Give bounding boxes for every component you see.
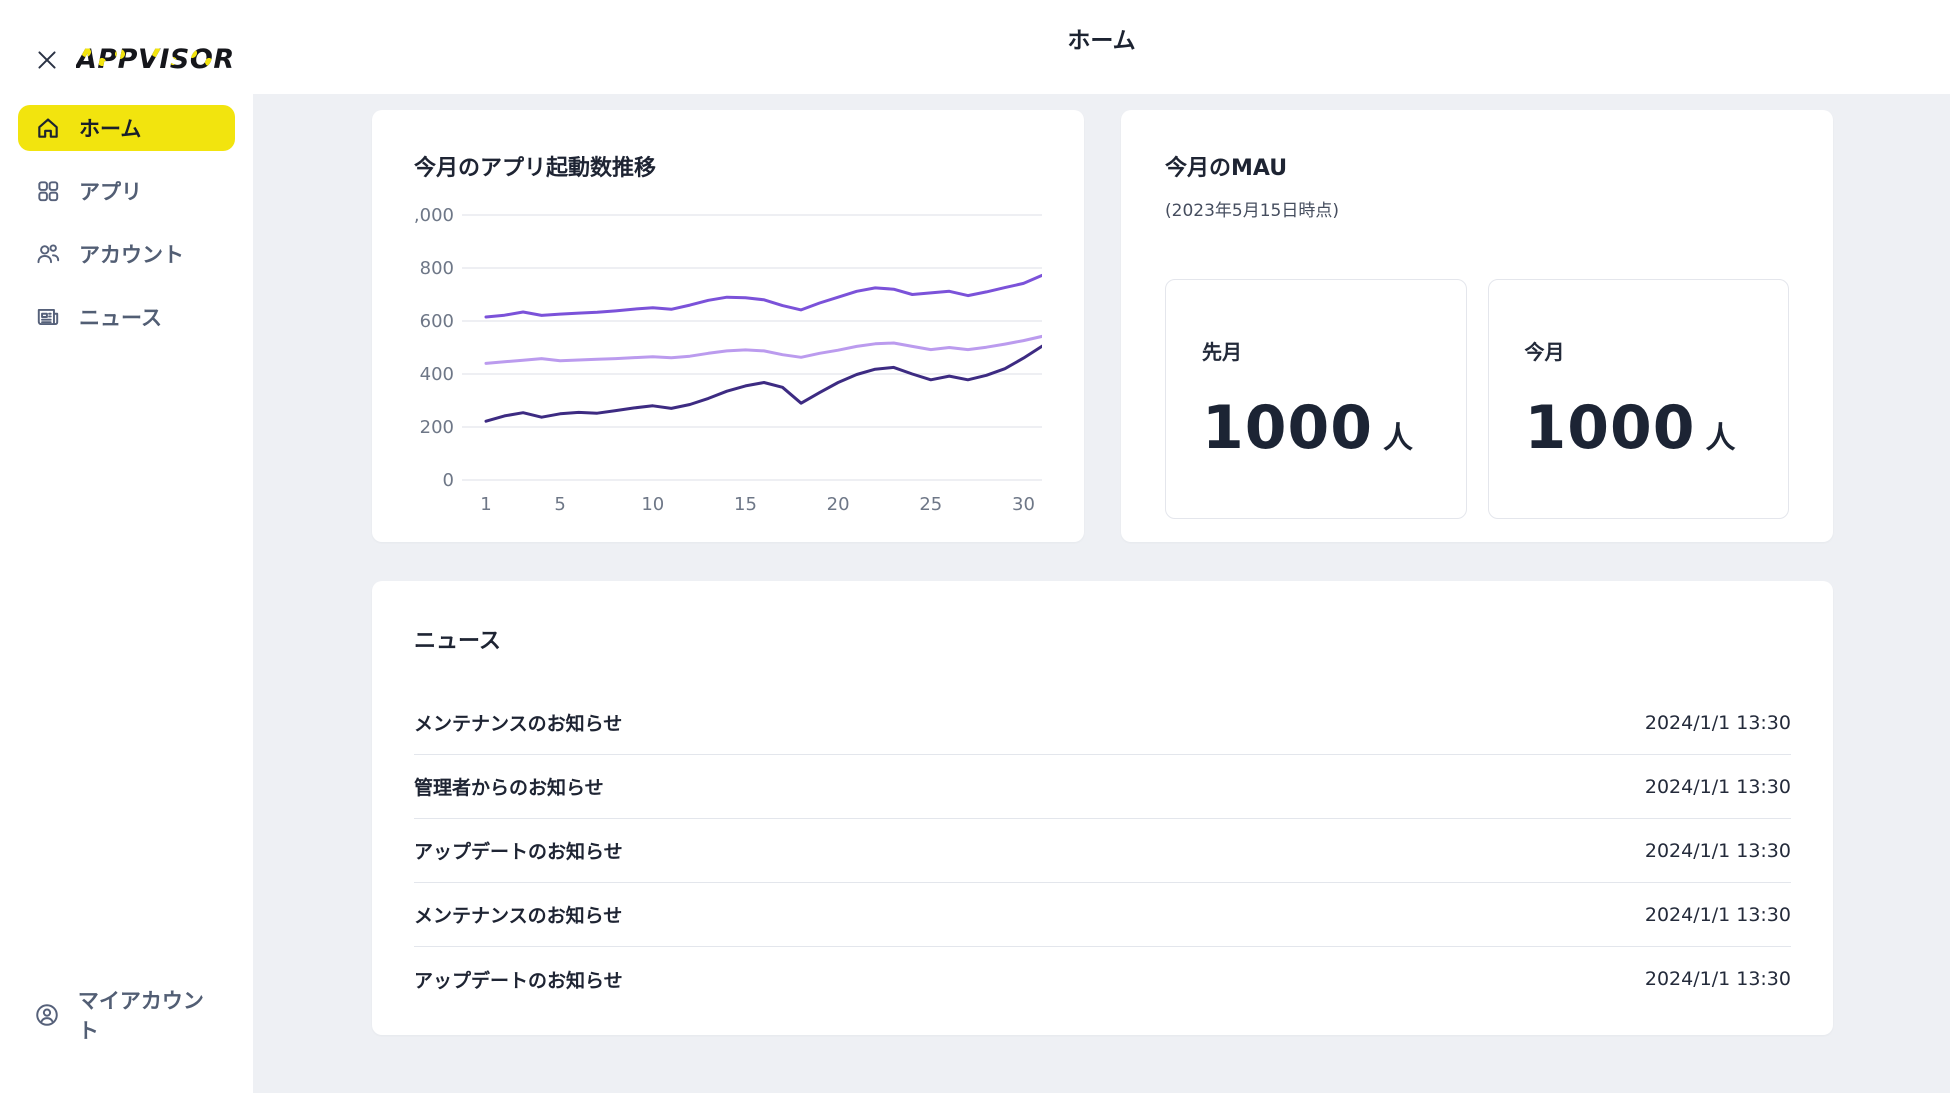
mau-card-subtitle: (2023年5月15日時点) — [1165, 196, 1789, 221]
stat-label: 先月 — [1202, 336, 1466, 365]
news-row-title: アップデートのお知らせ — [414, 966, 623, 993]
stat-unit: 人 — [1706, 413, 1736, 457]
stat-box-this-month: 今月 1000 人 — [1488, 279, 1790, 519]
stat-unit: 人 — [1383, 413, 1413, 457]
svg-text:600: 600 — [420, 311, 454, 332]
stat-label: 今月 — [1525, 336, 1789, 365]
news-card-title: ニュース — [414, 623, 1791, 655]
svg-text:200: 200 — [420, 417, 454, 438]
sidebar-menu: ホーム アプリ アカウント — [0, 105, 253, 340]
app-launch-chart-card: 今月のアプリ起動数推移 02004006008001,0001510152025… — [372, 110, 1084, 542]
svg-text:1,000: 1,000 — [414, 205, 454, 226]
news-row[interactable]: アップデートのお知らせ 2024/1/1 13:30 — [414, 947, 1791, 1011]
close-icon[interactable] — [32, 45, 62, 75]
svg-text:20: 20 — [827, 494, 850, 515]
sidebar: APPVISOR ホーム アプリ — [0, 0, 253, 1093]
news-row[interactable]: メンテナンスのお知らせ 2024/1/1 13:30 — [414, 883, 1791, 947]
stat-value: 1000 — [1202, 393, 1373, 463]
news-row-timestamp: 2024/1/1 13:30 — [1645, 776, 1791, 798]
sidebar-item-label: アプリ — [79, 176, 142, 206]
news-row-timestamp: 2024/1/1 13:30 — [1645, 968, 1791, 990]
main-content: 今月のアプリ起動数推移 02004006008001,0001510152025… — [253, 94, 1950, 1093]
sidebar-item-label: ニュース — [79, 302, 162, 332]
sidebar-item-apps[interactable]: アプリ — [18, 168, 235, 214]
top-header: ホーム — [253, 0, 1950, 94]
svg-text:5: 5 — [554, 494, 565, 515]
stat-value: 1000 — [1525, 393, 1696, 463]
mau-card: 今月のMAU (2023年5月15日時点) 先月 1000 人 今月 1000 — [1121, 110, 1833, 542]
news-row[interactable]: 管理者からのお知らせ 2024/1/1 13:30 — [414, 755, 1791, 819]
svg-text:30: 30 — [1012, 494, 1035, 515]
news-row-title: メンテナンスのお知らせ — [414, 709, 622, 736]
home-icon — [34, 115, 62, 141]
news-row[interactable]: メンテナンスのお知らせ 2024/1/1 13:30 — [414, 691, 1791, 755]
apps-icon — [34, 178, 62, 204]
news-card: ニュース メンテナンスのお知らせ2024/1/1 13:30管理者からのお知らせ… — [372, 581, 1833, 1035]
chart-card-title: 今月のアプリ起動数推移 — [414, 150, 1042, 182]
sidebar-item-label: ホーム — [79, 113, 141, 143]
news-row[interactable]: アップデートのお知らせ 2024/1/1 13:30 — [414, 819, 1791, 883]
news-row-title: メンテナンスのお知らせ — [414, 901, 622, 928]
news-row-title: 管理者からのお知らせ — [414, 773, 604, 800]
svg-text:15: 15 — [734, 494, 757, 515]
sidebar-item-accounts[interactable]: アカウント — [18, 231, 235, 277]
svg-text:0: 0 — [443, 470, 454, 491]
svg-text:1: 1 — [480, 494, 491, 515]
sidebar-item-label: マイアカウント — [78, 985, 219, 1045]
news-row-timestamp: 2024/1/1 13:30 — [1645, 904, 1791, 926]
user-circle-icon — [34, 1002, 61, 1028]
svg-text:25: 25 — [919, 494, 942, 515]
launch-trend-chart: 02004006008001,000151015202530 — [414, 204, 1042, 539]
sidebar-item-my-account[interactable]: マイアカウント — [18, 992, 235, 1038]
sidebar-item-label: アカウント — [79, 239, 184, 269]
svg-text:400: 400 — [420, 364, 454, 385]
mau-card-title: 今月のMAU — [1165, 150, 1789, 182]
chart-series-light — [486, 336, 1042, 363]
sidebar-item-news[interactable]: ニュース — [18, 294, 235, 340]
appvisor-logo[interactable]: APPVISOR — [76, 44, 235, 75]
users-icon — [34, 241, 62, 267]
page-title: ホーム — [1067, 21, 1135, 73]
news-row-title: アップデートのお知らせ — [414, 837, 623, 864]
news-row-timestamp: 2024/1/1 13:30 — [1645, 840, 1791, 862]
stat-box-last-month: 先月 1000 人 — [1165, 279, 1467, 519]
sidebar-header: APPVISOR — [0, 44, 253, 75]
svg-text:800: 800 — [420, 258, 454, 279]
chart-series-medium — [486, 275, 1042, 317]
news-row-timestamp: 2024/1/1 13:30 — [1645, 712, 1791, 734]
chart-series-dark — [486, 346, 1042, 421]
news-list: メンテナンスのお知らせ 2024/1/1 13:30 管理者からのお知らせ 2024/… — [414, 691, 1791, 1011]
svg-text:10: 10 — [641, 494, 664, 515]
sidebar-item-home[interactable]: ホーム — [18, 105, 235, 151]
news-icon — [34, 304, 62, 330]
